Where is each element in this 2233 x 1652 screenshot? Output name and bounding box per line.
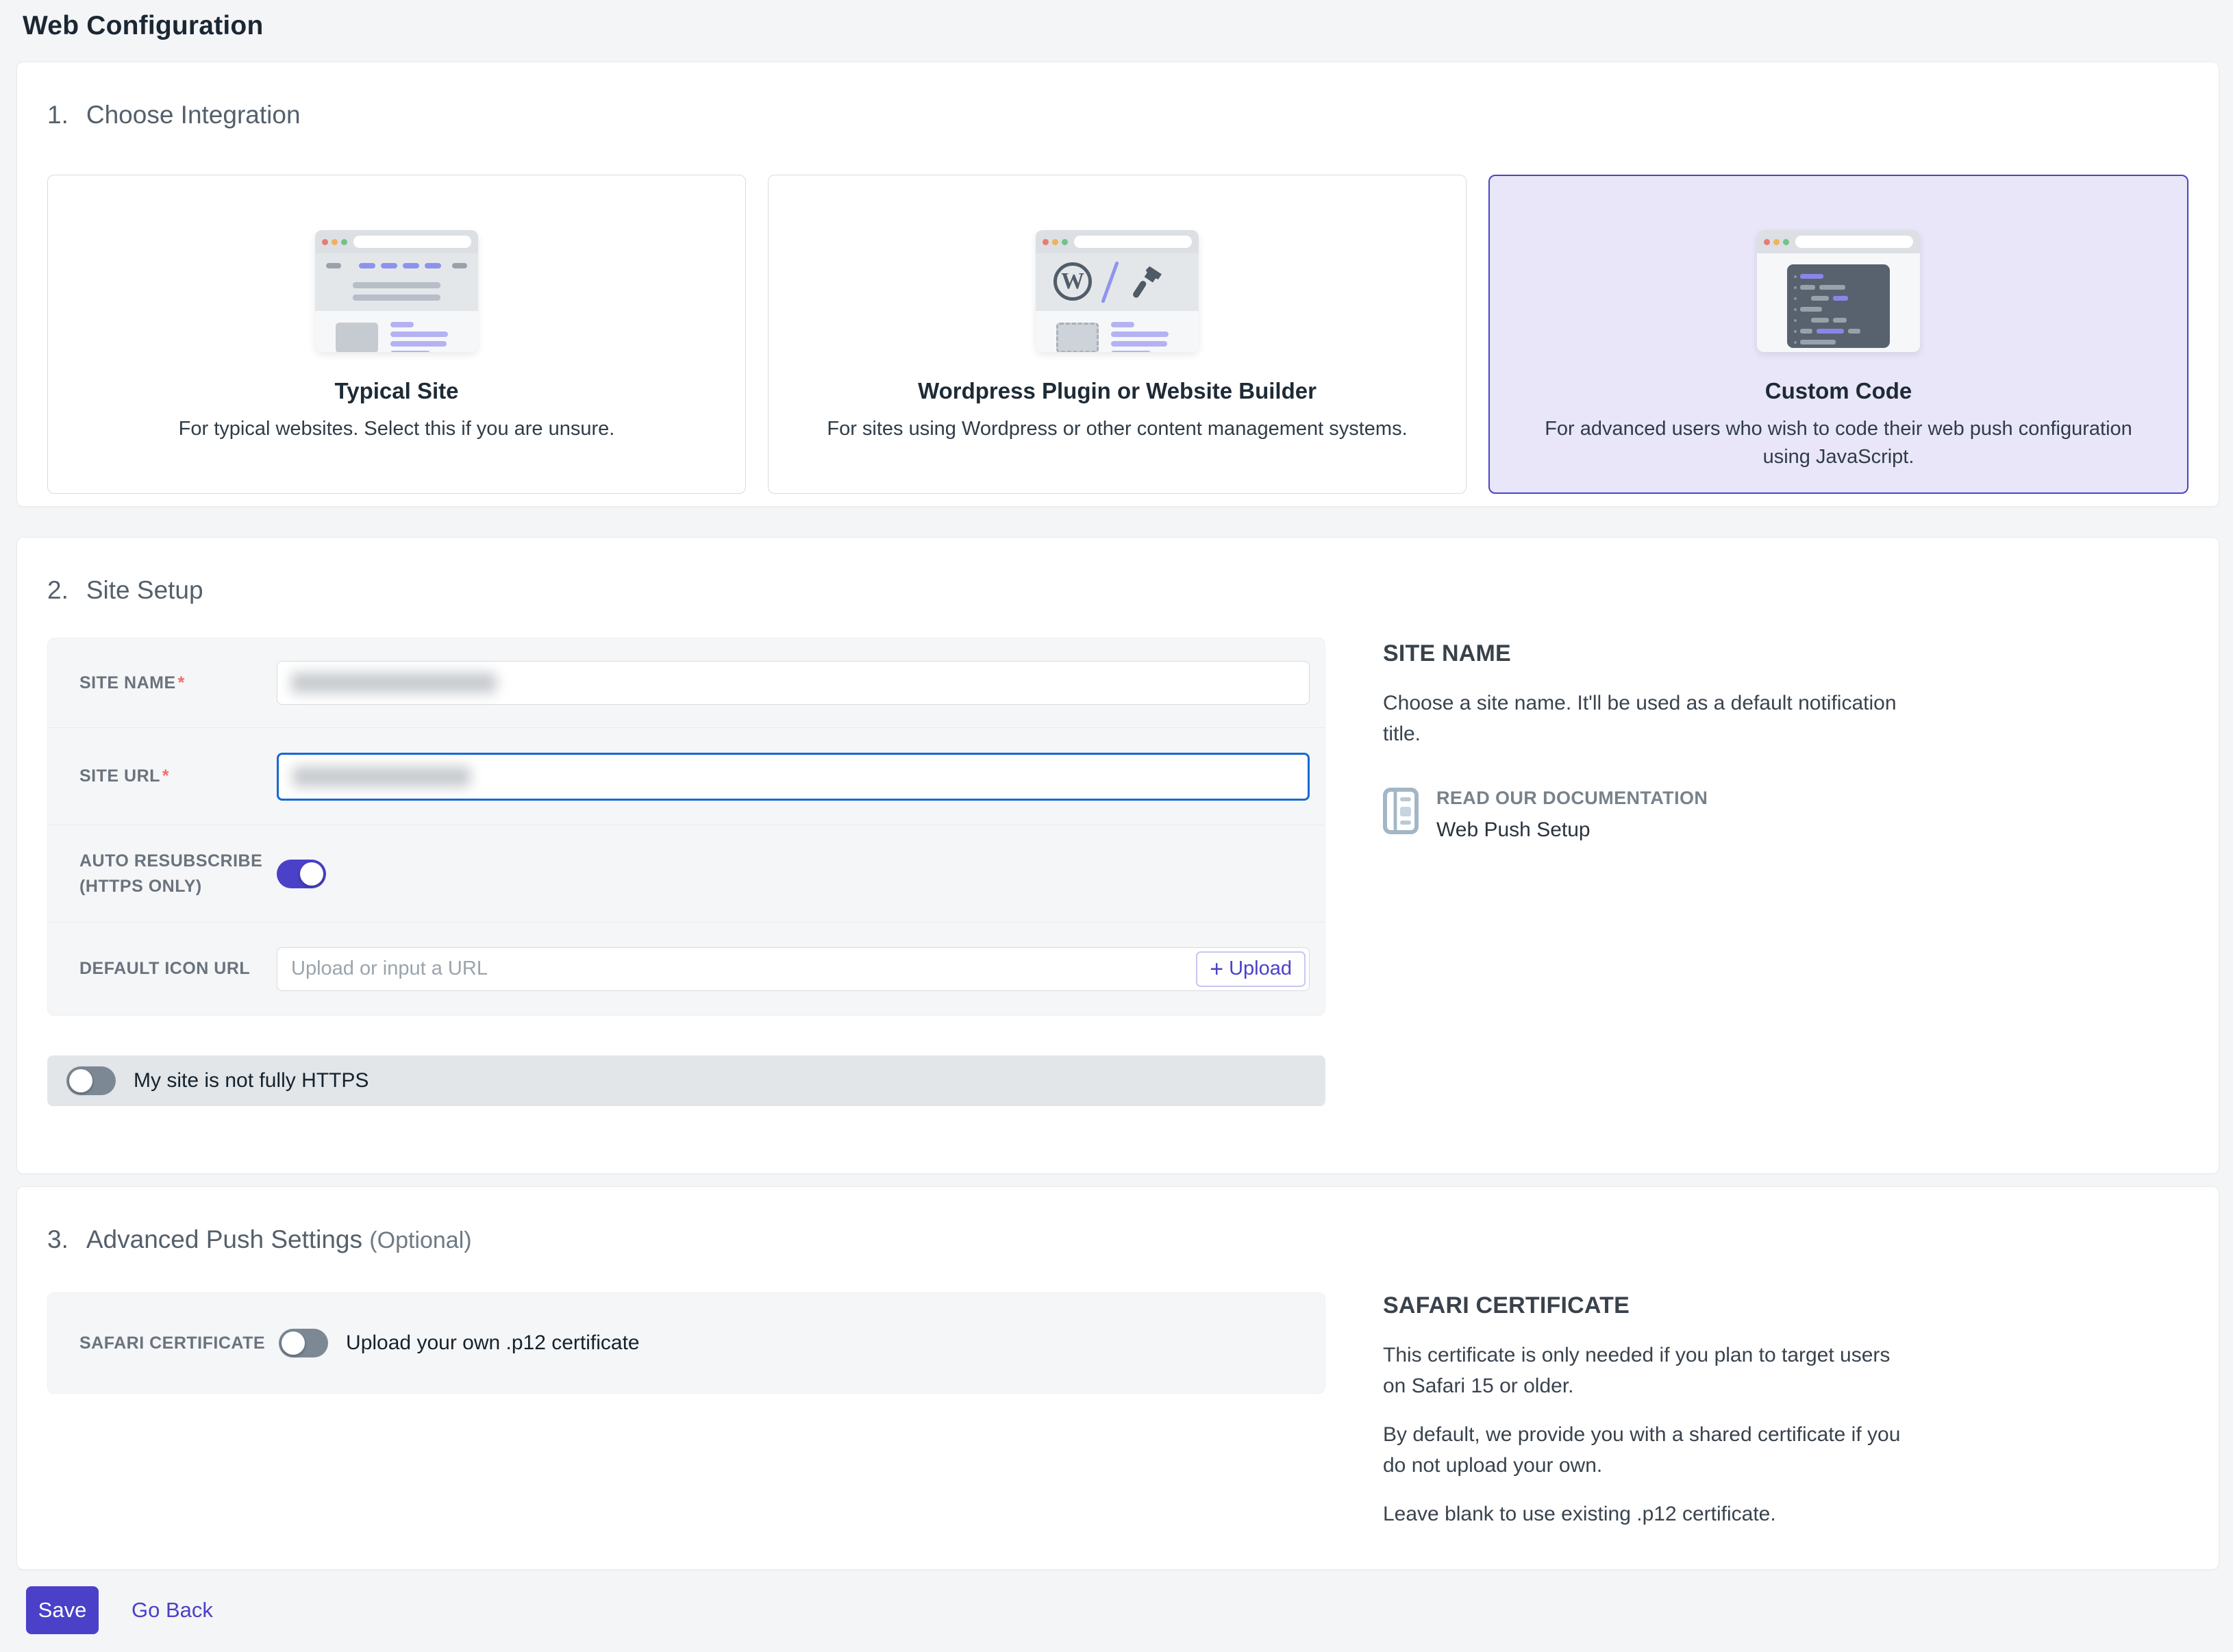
mock-header-band: W <box>1036 253 1199 311</box>
required-asterisk: * <box>178 673 185 692</box>
safari-certificate-toggle-text: Upload your own .p12 certificate <box>346 1331 640 1355</box>
wordpress-logo-icon: W <box>1053 262 1092 301</box>
default-icon-url-input[interactable] <box>277 947 1310 991</box>
yellow-dot-icon <box>1773 239 1780 245</box>
go-back-link[interactable]: Go Back <box>132 1598 213 1623</box>
address-bar <box>1074 236 1192 248</box>
required-asterisk: * <box>162 766 169 786</box>
safari-certificate-panel: SAFARI CERTIFICATE Upload your own .p12 … <box>47 1292 1325 1394</box>
site-url-input[interactable] <box>277 753 1310 801</box>
green-dot-icon <box>341 239 347 245</box>
address-bar <box>353 236 471 248</box>
not-fully-https-toggle[interactable] <box>66 1066 116 1095</box>
typical-site-illustration <box>315 230 478 352</box>
upload-button-label: Upload <box>1229 958 1292 980</box>
page-title: Web Configuration <box>23 11 2233 41</box>
integration-card-description: For sites using Wordpress or other conte… <box>806 415 1427 443</box>
hammer-icon <box>1123 260 1171 305</box>
footer-actions: Save Go Back <box>26 1586 2233 1634</box>
read-our-documentation-label: READ OUR DOCUMENTATION <box>1436 788 1708 809</box>
section-number: 2. <box>47 576 68 604</box>
redacted-site-url-value <box>292 766 471 787</box>
web-push-setup-link[interactable]: Web Push Setup <box>1436 818 1708 842</box>
toggle-knob <box>282 1331 305 1355</box>
not-fully-https-label: My site is not fully HTTPS <box>134 1069 369 1092</box>
site-name-help-heading: SITE NAME <box>1383 640 1931 667</box>
site-url-label: SITE URL* <box>79 764 277 788</box>
red-dot-icon <box>322 239 328 245</box>
browser-bar <box>315 230 478 253</box>
browser-bar <box>1036 230 1199 253</box>
site-name-input[interactable] <box>277 661 1310 705</box>
integration-card-wordpress[interactable]: W <box>768 175 1467 494</box>
documentation-icon <box>1383 788 1419 834</box>
green-dot-icon <box>1783 239 1789 245</box>
advanced-push-settings-section: 3. Advanced Push Settings (Optional) SAFA… <box>16 1186 2219 1570</box>
site-name-row: SITE NAME* <box>48 638 1325 727</box>
safari-certificate-label: SAFARI CERTIFICATE <box>79 1334 265 1353</box>
toggle-knob <box>300 862 323 886</box>
site-url-row: SITE URL* <box>48 727 1325 825</box>
address-bar <box>1795 236 1913 248</box>
default-icon-label: DEFAULT ICON URL <box>79 956 277 981</box>
optional-suffix: (Optional) <box>369 1227 471 1253</box>
yellow-dot-icon <box>1052 239 1058 245</box>
plus-icon: + <box>1210 958 1223 981</box>
safari-help-heading: SAFARI CERTIFICATE <box>1383 1292 1931 1319</box>
integration-cards-row: Typical Site For typical websites. Selec… <box>47 175 2188 494</box>
site-setup-section: 2.Site Setup SITE NAME* SITE URL* <box>16 537 2219 1174</box>
site-setup-heading: 2. Site Setup <box>47 576 2188 605</box>
green-dot-icon <box>1062 239 1068 245</box>
safari-certificate-toggle[interactable] <box>279 1329 328 1357</box>
section-title: Site Setup <box>86 576 203 604</box>
integration-card-description: For typical websites. Select this if you… <box>158 415 636 443</box>
safari-help-paragraph: By default, we provide you with a shared… <box>1383 1419 1917 1481</box>
advanced-push-settings-heading: 3. Advanced Push Settings (Optional) <box>47 1225 2188 1254</box>
auto-resubscribe-label: AUTO RESUBSCRIBE (HTTPS ONLY) <box>79 849 277 899</box>
web-configuration-page: Web Configuration 1. Choose Integration <box>0 0 2233 1652</box>
section-title: Advanced Push Settings <box>86 1225 362 1253</box>
red-dot-icon <box>1764 239 1770 245</box>
site-name-label: SITE NAME* <box>79 671 277 695</box>
integration-card-typical-site[interactable]: Typical Site For typical websites. Selec… <box>47 175 746 494</box>
mock-header-band <box>315 253 478 311</box>
section-number: 3. <box>47 1225 68 1253</box>
upload-button[interactable]: + Upload <box>1196 951 1306 987</box>
integration-card-title: Typical Site <box>335 378 459 404</box>
integration-card-custom-code[interactable]: Custom Code For advanced users who wish … <box>1488 175 2188 494</box>
code-editor-block <box>1787 264 1890 348</box>
integration-card-title: Wordpress Plugin or Website Builder <box>918 378 1317 404</box>
section-number: 1. <box>47 101 68 129</box>
red-dot-icon <box>1043 239 1049 245</box>
site-name-help-body: Choose a site name. It'll be used as a d… <box>1383 688 1917 749</box>
integration-card-description: For advanced users who wish to code thei… <box>1503 415 2174 471</box>
site-setup-help-column: SITE NAME Choose a site name. It'll be u… <box>1383 638 1931 1016</box>
browser-bar <box>1757 230 1920 253</box>
yellow-dot-icon <box>332 239 338 245</box>
safari-help-paragraph: This certificate is only needed if you p… <box>1383 1340 1917 1401</box>
auto-resubscribe-row: AUTO RESUBSCRIBE (HTTPS ONLY) <box>48 825 1325 922</box>
custom-code-illustration <box>1757 230 1920 352</box>
auto-resubscribe-toggle[interactable] <box>277 860 326 888</box>
mock-content <box>315 311 478 352</box>
safari-help-column: SAFARI CERTIFICATE This certificate is o… <box>1383 1254 1931 1529</box>
slash-icon <box>1101 261 1119 303</box>
default-icon-row: DEFAULT ICON URL + Upload <box>48 922 1325 1015</box>
safari-help-paragraph: Leave blank to use existing .p12 certifi… <box>1383 1499 1917 1529</box>
choose-integration-section: 1. Choose Integration <box>16 62 2219 507</box>
mock-content <box>1036 311 1199 352</box>
site-setup-form-panel: SITE NAME* SITE URL* AUT <box>47 638 1325 1016</box>
wordpress-illustration: W <box>1036 230 1199 352</box>
not-fully-https-bar: My site is not fully HTTPS <box>47 1055 1325 1106</box>
section-title: Choose Integration <box>86 101 301 129</box>
redacted-site-name-value <box>291 673 497 693</box>
save-button[interactable]: Save <box>26 1586 99 1634</box>
integration-card-title: Custom Code <box>1765 378 1912 404</box>
documentation-row: READ OUR DOCUMENTATION Web Push Setup <box>1383 788 1931 842</box>
toggle-knob <box>69 1069 92 1092</box>
choose-integration-heading: 1. Choose Integration <box>47 101 2188 129</box>
